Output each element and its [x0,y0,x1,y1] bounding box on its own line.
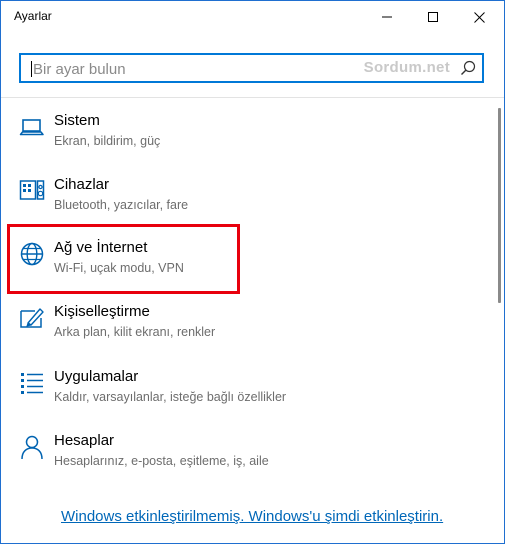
category-description: Hesaplarınız, e-posta, eşitleme, iş, ail… [54,454,269,468]
minimize-icon [382,16,392,18]
category-description: Kaldır, varsayılanlar, isteğe bağlı özel… [54,390,287,404]
category-description: Ekran, bildirim, güç [54,134,161,148]
apps-list-icon [19,370,45,396]
search-icon[interactable] [460,60,476,76]
category-name: Uygulamalar [54,368,139,385]
activate-windows-link[interactable]: Windows etkinleştirilmemiş. Windows'u şi… [61,508,443,525]
settings-window: Ayarlar Sordum.net [0,0,505,544]
window-title: Ayarlar [14,9,52,23]
watermark-text: Sordum.net [363,59,450,76]
laptop-icon [19,114,45,140]
category-description: Arka plan, kilit ekranı, renkler [54,325,216,339]
text-cursor [31,61,32,77]
personalization-icon [19,305,45,331]
category-system[interactable]: Sistem Ekran, bildirim, güç [1,112,471,172]
category-accounts[interactable]: Hesaplar Hesaplarınız, e-posta, eşitleme… [1,432,471,492]
category-name: Kişiselleştirme [54,303,150,320]
minimize-button[interactable] [364,1,410,33]
category-name: Sistem [54,112,100,129]
category-personalization[interactable]: Kişiselleştirme Arka plan, kilit ekranı,… [1,303,471,363]
close-button[interactable] [456,1,502,33]
category-description: Wi-Fi, uçak modu, VPN [54,261,184,275]
category-apps[interactable]: Uygulamalar Kaldır, varsayılanlar, isteğ… [1,368,471,428]
category-name: Ağ ve İnternet [54,239,148,256]
search-input[interactable] [31,58,365,80]
maximize-icon [428,12,438,22]
header-divider [1,97,504,98]
category-name: Hesaplar [54,432,115,449]
title-bar[interactable]: Ayarlar [1,1,504,33]
category-devices[interactable]: Cihazlar Bluetooth, yazıcılar, fare [1,176,471,236]
category-description: Bluetooth, yazıcılar, fare [54,198,189,212]
globe-icon [19,241,45,267]
person-icon [19,434,45,460]
maximize-button[interactable] [410,1,456,33]
devices-icon [19,178,45,204]
search-box[interactable]: Sordum.net [19,53,484,83]
close-icon [473,11,485,23]
category-network[interactable]: Ağ ve İnternet Wi-Fi, uçak modu, VPN [1,239,471,299]
scrollbar-thumb[interactable] [498,108,501,303]
category-name: Cihazlar [54,176,110,193]
